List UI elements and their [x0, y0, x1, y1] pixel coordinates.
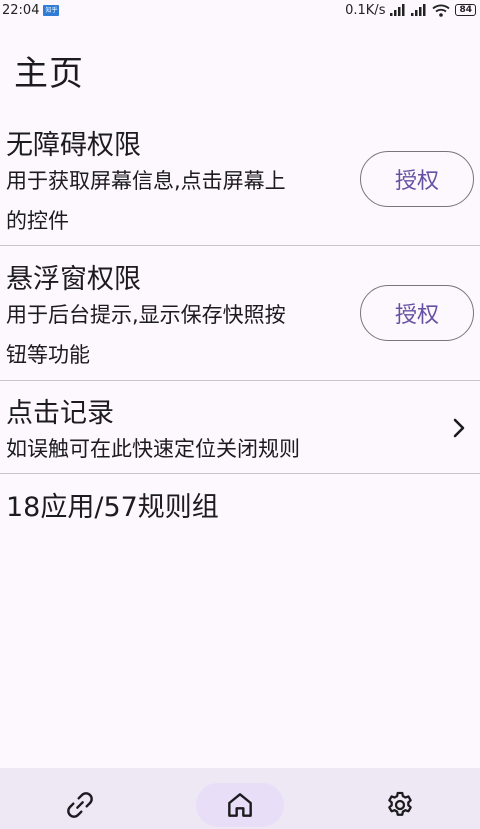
accessibility-permission-row: 无障碍权限 用于获取屏幕信息,点击屏幕上 的控件 授权	[0, 113, 480, 246]
nav-settings[interactable]	[356, 783, 444, 827]
page-title: 主页	[14, 54, 84, 94]
net-speed: 0.1K/s	[345, 2, 386, 18]
notification-icon: 知乎	[43, 4, 60, 16]
home-icon	[228, 792, 252, 817]
signal-icon-2	[411, 4, 426, 16]
accessibility-title: 无障碍权限	[6, 130, 141, 161]
chevron-right-icon	[453, 418, 465, 438]
rule-summary: 18应用/57规则组	[6, 492, 219, 523]
click-log-row[interactable]: 点击记录 如误触可在此快速定位关闭规则	[0, 381, 480, 474]
nav-link[interactable]	[36, 783, 124, 827]
wifi-icon	[432, 4, 451, 17]
floating-window-authorize-button[interactable]: 授权	[360, 285, 474, 341]
status-time: 22:04	[2, 2, 40, 18]
status-bar: 22:04 知乎 0.1K/s 84	[0, 0, 480, 20]
accessibility-desc-line2: 的控件	[6, 209, 69, 233]
signal-icon	[390, 4, 405, 16]
floating-window-desc-line2: 钮等功能	[6, 343, 90, 367]
floating-window-title: 悬浮窗权限	[6, 264, 141, 295]
nav-home[interactable]	[196, 782, 284, 827]
link-icon	[67, 791, 93, 818]
click-log-desc: 如误触可在此快速定位关闭规则	[6, 437, 300, 461]
bottom-navigation	[0, 768, 480, 829]
floating-window-desc-line1: 用于后台提示,显示保存快照按	[6, 303, 286, 327]
accessibility-desc-line1: 用于获取屏幕信息,点击屏幕上	[6, 169, 286, 193]
floating-window-permission-row: 悬浮窗权限 用于后台提示,显示保存快照按 钮等功能 授权	[0, 246, 480, 381]
gear-icon	[388, 791, 412, 816]
click-log-title: 点击记录	[6, 398, 114, 429]
accessibility-authorize-button[interactable]: 授权	[360, 151, 474, 207]
battery-icon: 84	[455, 4, 476, 16]
